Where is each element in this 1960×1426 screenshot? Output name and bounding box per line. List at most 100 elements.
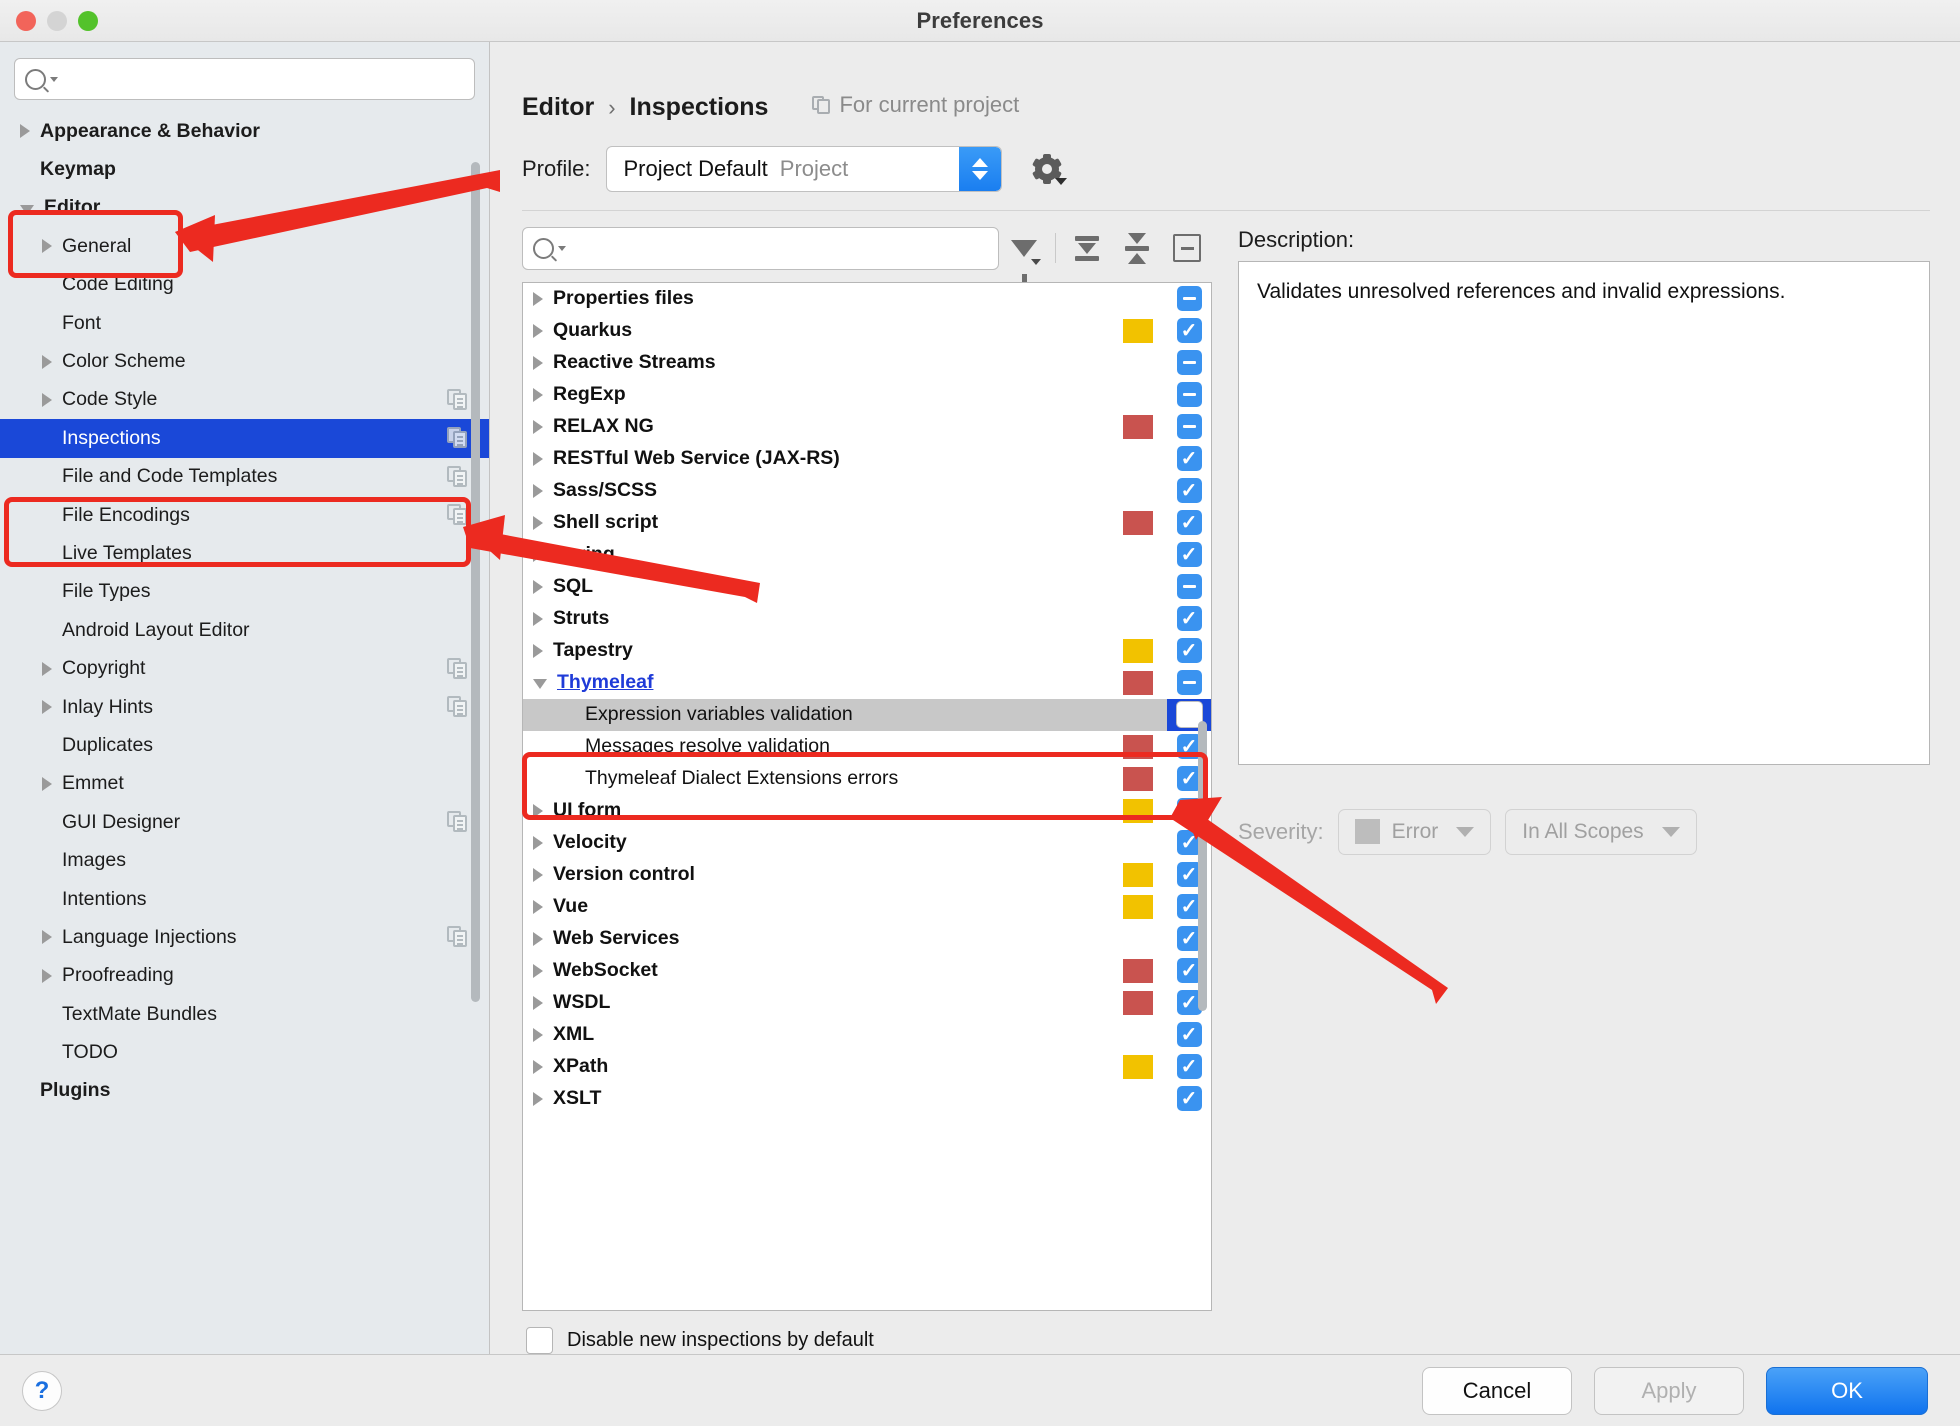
sidebar-item-file-and-code-templates[interactable]: File and Code Templates [0, 458, 489, 496]
chevron-right-icon[interactable] [533, 420, 543, 434]
chevron-down-icon[interactable] [533, 679, 547, 689]
sidebar-item-general[interactable]: General [0, 227, 489, 265]
inspection-row[interactable]: Spring [523, 539, 1211, 571]
inspection-row[interactable]: Tapestry [523, 635, 1211, 667]
chevron-right-icon[interactable] [533, 484, 543, 498]
inspection-row[interactable]: UI form [523, 795, 1211, 827]
inspection-row[interactable]: Sass/SCSS [523, 475, 1211, 507]
inspection-checkbox[interactable] [1177, 1086, 1202, 1111]
sidebar-item-gui-designer[interactable]: GUI Designer [0, 803, 489, 841]
inspection-row[interactable]: Vue [523, 891, 1211, 923]
sidebar-tree[interactable]: Appearance & BehaviorKeymapEditorGeneral… [0, 110, 489, 1354]
inspection-checkbox-cell[interactable] [1167, 286, 1211, 311]
chevron-right-icon[interactable] [533, 580, 543, 594]
scope-select[interactable]: In All Scopes [1505, 809, 1696, 855]
inspection-checkbox-cell[interactable] [1167, 638, 1211, 663]
inspection-row[interactable]: Quarkus [523, 315, 1211, 347]
sidebar-item-file-types[interactable]: File Types [0, 573, 489, 611]
sidebar-search-box[interactable] [14, 58, 475, 100]
chevron-right-icon[interactable] [533, 900, 543, 914]
chevron-right-icon[interactable] [42, 239, 52, 253]
inspection-checkbox-cell[interactable] [1167, 446, 1211, 471]
ok-button[interactable]: OK [1766, 1367, 1928, 1415]
sidebar-item-inspections[interactable]: Inspections [0, 419, 489, 457]
sidebar-item-code-editing[interactable]: Code Editing [0, 266, 489, 304]
inspection-row[interactable]: RESTful Web Service (JAX-RS) [523, 443, 1211, 475]
chevron-right-icon[interactable] [533, 1028, 543, 1042]
inspection-row[interactable]: Web Services [523, 923, 1211, 955]
sidebar-item-color-scheme[interactable]: Color Scheme [0, 342, 489, 380]
chevron-right-icon[interactable] [533, 388, 543, 402]
inspection-row[interactable]: RegExp [523, 379, 1211, 411]
chevron-right-icon[interactable] [533, 452, 543, 466]
disable-new-inspections-row[interactable]: Disable new inspections by default [522, 1311, 1212, 1354]
chevron-right-icon[interactable] [533, 612, 543, 626]
chevron-right-icon[interactable] [533, 516, 543, 530]
chevron-right-icon[interactable] [533, 804, 543, 818]
sidebar-item-textmate-bundles[interactable]: TextMate Bundles [0, 995, 489, 1033]
inspection-checkbox[interactable] [1177, 1054, 1202, 1079]
inspection-search-box[interactable] [522, 227, 999, 270]
inspection-row[interactable]: XPath [523, 1051, 1211, 1083]
chevron-right-icon[interactable] [533, 1092, 543, 1106]
inspection-row[interactable]: RELAX NG [523, 411, 1211, 443]
inspection-checkbox-cell[interactable] [1167, 542, 1211, 567]
chevron-right-icon[interactable] [42, 700, 52, 714]
inspection-row[interactable]: WSDL [523, 987, 1211, 1019]
chevron-right-icon[interactable] [533, 644, 543, 658]
inspection-checkbox[interactable] [1177, 446, 1202, 471]
sidebar-search-input[interactable] [66, 68, 464, 90]
inspection-checkbox-cell[interactable] [1167, 574, 1211, 599]
inspection-checkbox-cell[interactable] [1167, 606, 1211, 631]
chevron-down-icon[interactable] [20, 205, 34, 215]
chevron-right-icon[interactable] [42, 662, 52, 676]
chevron-right-icon[interactable] [20, 124, 30, 138]
collapse-all-button[interactable] [1112, 228, 1162, 269]
apply-button[interactable]: Apply [1594, 1367, 1744, 1415]
chevron-right-icon[interactable] [533, 548, 543, 562]
reset-button[interactable] [1162, 228, 1212, 269]
sidebar-item-keymap[interactable]: Keymap [0, 150, 489, 188]
inspection-row[interactable]: Messages resolve validation [523, 731, 1211, 763]
inspection-checkbox[interactable] [1177, 670, 1202, 695]
inspection-row[interactable]: Version control [523, 859, 1211, 891]
sidebar-item-live-templates[interactable]: Live Templates [0, 534, 489, 572]
cancel-button[interactable]: Cancel [1422, 1367, 1572, 1415]
inspection-checkbox-cell[interactable] [1167, 414, 1211, 439]
sidebar-item-intentions[interactable]: Intentions [0, 880, 489, 918]
sidebar-item-todo[interactable]: TODO [0, 1033, 489, 1071]
sidebar-item-proofreading[interactable]: Proofreading [0, 957, 489, 995]
inspection-checkbox[interactable] [1177, 286, 1202, 311]
sidebar-item-appearance-behavior[interactable]: Appearance & Behavior [0, 112, 489, 150]
inspection-row[interactable]: XSLT [523, 1083, 1211, 1115]
sidebar-item-duplicates[interactable]: Duplicates [0, 726, 489, 764]
chevron-right-icon[interactable] [533, 964, 543, 978]
inspection-checkbox[interactable] [1177, 414, 1202, 439]
filter-button[interactable] [999, 228, 1049, 269]
chevron-right-icon[interactable] [533, 1060, 543, 1074]
expand-all-button[interactable] [1062, 228, 1112, 269]
inspection-checkbox[interactable] [1177, 382, 1202, 407]
inspection-checkbox-cell[interactable] [1167, 382, 1211, 407]
sidebar-item-file-encodings[interactable]: File Encodings [0, 496, 489, 534]
sidebar-item-code-style[interactable]: Code Style [0, 381, 489, 419]
chevron-right-icon[interactable] [533, 324, 543, 338]
chevron-right-icon[interactable] [533, 996, 543, 1010]
sidebar-item-font[interactable]: Font [0, 304, 489, 342]
inspection-checkbox-cell[interactable] [1167, 1086, 1211, 1111]
inspection-checkbox-cell[interactable] [1167, 350, 1211, 375]
inspection-checkbox-cell[interactable] [1167, 510, 1211, 535]
chevron-right-icon[interactable] [533, 292, 543, 306]
inspection-checkbox-cell[interactable] [1167, 318, 1211, 343]
chevron-right-icon[interactable] [42, 930, 52, 944]
inspection-checkbox[interactable] [1177, 1022, 1202, 1047]
gear-icon[interactable] [1032, 154, 1062, 184]
inspection-row[interactable]: XML [523, 1019, 1211, 1051]
inspection-checkbox[interactable] [1177, 574, 1202, 599]
inspection-row[interactable]: Velocity [523, 827, 1211, 859]
disable-new-inspections-checkbox[interactable] [526, 1327, 553, 1354]
inspection-checkbox[interactable] [1177, 606, 1202, 631]
chevron-right-icon[interactable] [42, 393, 52, 407]
chevron-right-icon[interactable] [533, 868, 543, 882]
chevron-right-icon[interactable] [42, 355, 52, 369]
